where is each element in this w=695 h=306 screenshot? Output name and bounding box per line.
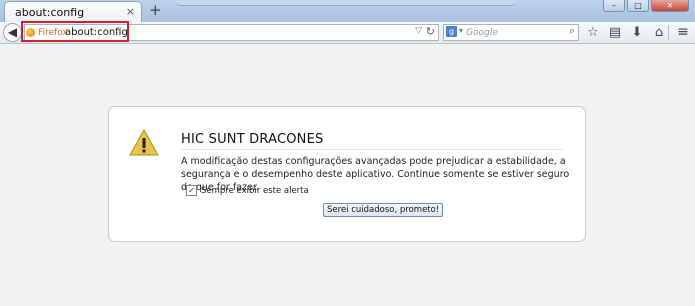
toolbar-separator — [668, 25, 669, 40]
search-icon[interactable]: ⌕ — [569, 24, 575, 38]
tab-title: about:config — [15, 6, 85, 19]
new-tab-button[interactable]: + — [149, 1, 162, 19]
minimize-button[interactable]: – — [603, 0, 625, 12]
engine-dropdown-icon[interactable]: ▾ — [459, 26, 463, 35]
url-dropdown-icon[interactable]: ▽ — [415, 26, 422, 36]
tab-strip-handle — [176, 0, 516, 6]
close-window-button[interactable]: ✕ — [651, 0, 689, 12]
tab-strip: about:config × + – □ ✕ — [0, 0, 695, 22]
bookmarks-list-icon[interactable]: ▤ — [606, 23, 624, 41]
reload-icon[interactable]: ↻ — [426, 25, 435, 38]
window-controls: – □ ✕ — [603, 0, 689, 12]
back-button[interactable]: ◀ — [3, 23, 22, 42]
show-warning-label[interactable]: Sempre exibir este alerta — [201, 186, 309, 196]
show-warning-option: ✓ Sempre exibir este alerta — [186, 185, 309, 196]
confirm-button[interactable]: Serei cuidadoso, prometo! — [323, 203, 444, 217]
downloads-icon[interactable]: ⬇ — [628, 23, 646, 41]
search-input[interactable] — [466, 26, 562, 39]
google-engine-icon[interactable]: g — [446, 26, 457, 37]
title-divider — [181, 149, 563, 150]
toolbar-icons: ☆ ▤ ⬇ ⌂ — [584, 23, 668, 41]
page-content: HIC SUNT DRACONES A modificação destas c… — [0, 44, 695, 306]
url-highlight-annotation — [21, 21, 129, 42]
search-bar[interactable]: g ▾ ⌕ — [443, 24, 579, 41]
warning-triangle-icon — [129, 129, 159, 156]
tab-about-config[interactable]: about:config × — [4, 1, 142, 22]
show-warning-checkbox[interactable]: ✓ — [186, 185, 197, 196]
maximize-button[interactable]: □ — [627, 0, 649, 12]
hamburger-menu-icon[interactable]: ≡ — [673, 23, 693, 41]
bookmark-star-icon[interactable]: ☆ — [584, 23, 602, 41]
warning-dialog: HIC SUNT DRACONES A modificação destas c… — [108, 106, 586, 242]
home-icon[interactable]: ⌂ — [650, 23, 668, 41]
warning-title: HIC SUNT DRACONES — [181, 132, 324, 147]
tab-close-icon[interactable]: × — [126, 5, 135, 18]
